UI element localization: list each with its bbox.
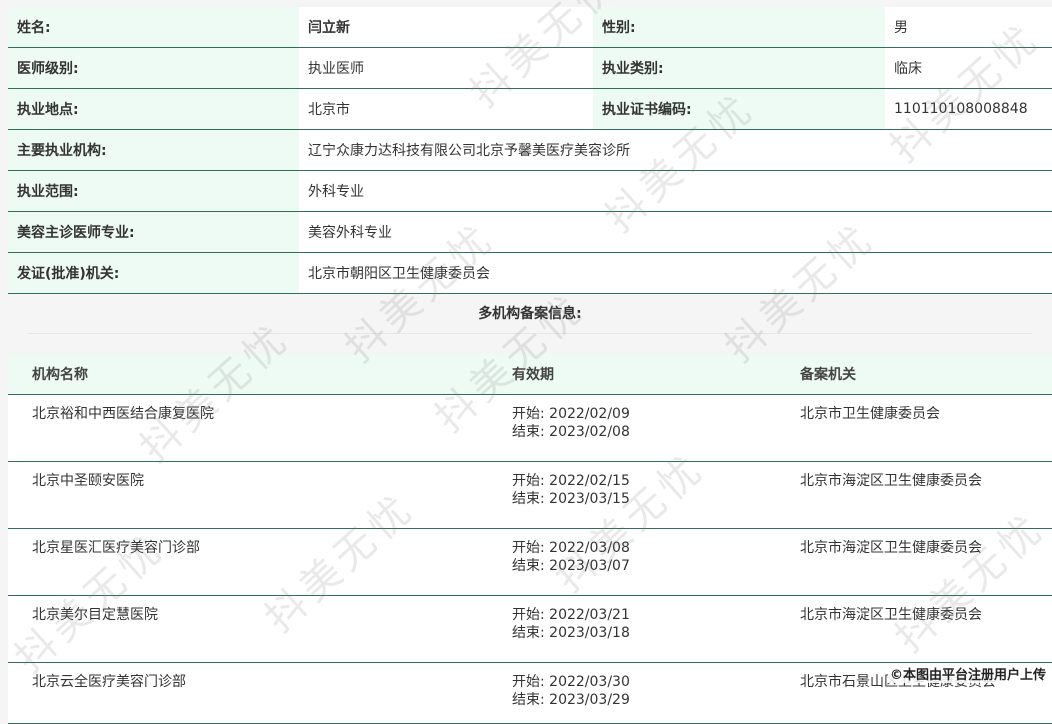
- filing-authority: 北京市海淀区卫生健康委员会: [776, 595, 1052, 663]
- institution-name: 北京星医汇医疗美容门诊部: [8, 528, 488, 596]
- period-start: 开始: 2022/02/15: [512, 473, 630, 489]
- validity-period: 开始: 2022/02/15 结束: 2023/03/15: [488, 461, 776, 529]
- records-header-row: 机构名称 有效期 备案机关: [8, 354, 1052, 395]
- info-row-name: 姓名: 闫立新 性别: 男: [8, 7, 1052, 48]
- gender-value: 男: [885, 7, 1052, 48]
- institution-name: 北京中圣颐安医院: [8, 461, 488, 529]
- practice-location-label: 执业地点:: [8, 88, 299, 130]
- column-header-authority: 备案机关: [776, 354, 1052, 395]
- practice-scope-value: 外科专业: [299, 170, 1052, 212]
- issuing-authority-value: 北京市朝阳区卫生健康委员会: [299, 252, 1052, 294]
- validity-period: 开始: 2022/03/30 结束: 2023/03/29: [488, 662, 776, 724]
- period-end: 结束: 2023/02/08: [512, 424, 630, 440]
- filing-authority: 北京市海淀区卫生健康委员会: [776, 461, 1052, 529]
- filing-authority: 北京市卫生健康委员会: [776, 394, 1052, 462]
- institution-name: 北京裕和中西医结合康复医院: [8, 394, 488, 462]
- issuing-authority-label: 发证(批准)机关:: [8, 252, 299, 294]
- doctor-level-value: 执业医师: [299, 47, 593, 89]
- info-row-authority: 发证(批准)机关: 北京市朝阳区卫生健康委员会: [8, 252, 1052, 294]
- validity-period: 开始: 2022/02/09 结束: 2023/02/08: [488, 394, 776, 462]
- column-header-institution: 机构名称: [8, 354, 488, 395]
- info-row-location: 执业地点: 北京市 执业证书编码: 110110108008848: [8, 88, 1052, 130]
- validity-period: 开始: 2022/03/21 结束: 2023/03/18: [488, 595, 776, 663]
- validity-period: 开始: 2022/03/08 结束: 2023/03/07: [488, 528, 776, 596]
- main-institution-label: 主要执业机构:: [8, 129, 299, 171]
- table-row: 北京中圣颐安医院 开始: 2022/02/15 结束: 2023/03/15 北…: [8, 461, 1052, 529]
- info-row-specialty: 美容主诊医师专业: 美容外科专业: [8, 211, 1052, 253]
- doctor-level-label: 医师级别:: [8, 47, 299, 89]
- institution-name: 北京云全医疗美容门诊部: [8, 662, 488, 724]
- doctor-record-page: 姓名: 闫立新 性别: 男 医师级别: 执业医师 执业类别: 临床 执业地点: …: [0, 0, 1052, 724]
- upload-notice: ©本图由平台注册用户上传: [887, 664, 1048, 683]
- doctor-info-table: 姓名: 闫立新 性别: 男 医师级别: 执业医师 执业类别: 临床 执业地点: …: [8, 7, 1052, 294]
- period-start: 开始: 2022/03/08: [512, 540, 630, 556]
- cosmetic-specialty-label: 美容主诊医师专业:: [8, 211, 299, 253]
- practice-category-label: 执业类别:: [593, 47, 885, 89]
- table-row: 北京星医汇医疗美容门诊部 开始: 2022/03/08 结束: 2023/03/…: [8, 528, 1052, 596]
- gender-label: 性别:: [593, 7, 885, 48]
- institution-name: 北京美尔目定慧医院: [8, 595, 488, 663]
- table-row: 北京美尔目定慧医院 开始: 2022/03/21 结束: 2023/03/18 …: [8, 595, 1052, 663]
- info-row-level: 医师级别: 执业医师 执业类别: 临床: [8, 47, 1052, 89]
- period-end: 结束: 2023/03/29: [512, 692, 630, 708]
- certificate-number-value: 110110108008848: [885, 88, 1052, 130]
- main-institution-value: 辽宁众康力达科技有限公司北京予馨美医疗美容诊所: [299, 129, 1052, 171]
- title-divider: [28, 333, 1032, 334]
- multi-institution-title-text: 多机构备案信息:: [478, 306, 582, 322]
- practice-category-value: 临床: [885, 47, 1052, 89]
- period-start: 开始: 2022/02/09: [512, 406, 630, 422]
- period-start: 开始: 2022/03/21: [512, 607, 630, 623]
- info-row-scope: 执业范围: 外科专业: [8, 170, 1052, 212]
- column-header-period: 有效期: [488, 354, 776, 395]
- info-row-institution: 主要执业机构: 辽宁众康力达科技有限公司北京予馨美医疗美容诊所: [8, 129, 1052, 171]
- certificate-number-label: 执业证书编码:: [593, 88, 885, 130]
- period-end: 结束: 2023/03/07: [512, 558, 630, 574]
- table-row: 北京裕和中西医结合康复医院 开始: 2022/02/09 结束: 2023/02…: [8, 394, 1052, 462]
- name-label: 姓名:: [8, 7, 299, 48]
- multi-institution-title: 多机构备案信息:: [8, 294, 1052, 334]
- period-start: 开始: 2022/03/30: [512, 674, 630, 690]
- period-end: 结束: 2023/03/18: [512, 625, 630, 641]
- name-value: 闫立新: [299, 7, 593, 48]
- practice-scope-label: 执业范围:: [8, 170, 299, 212]
- cosmetic-specialty-value: 美容外科专业: [299, 211, 1052, 253]
- period-end: 结束: 2023/03/15: [512, 491, 630, 507]
- practice-location-value: 北京市: [299, 88, 593, 130]
- filing-authority: 北京市海淀区卫生健康委员会: [776, 528, 1052, 596]
